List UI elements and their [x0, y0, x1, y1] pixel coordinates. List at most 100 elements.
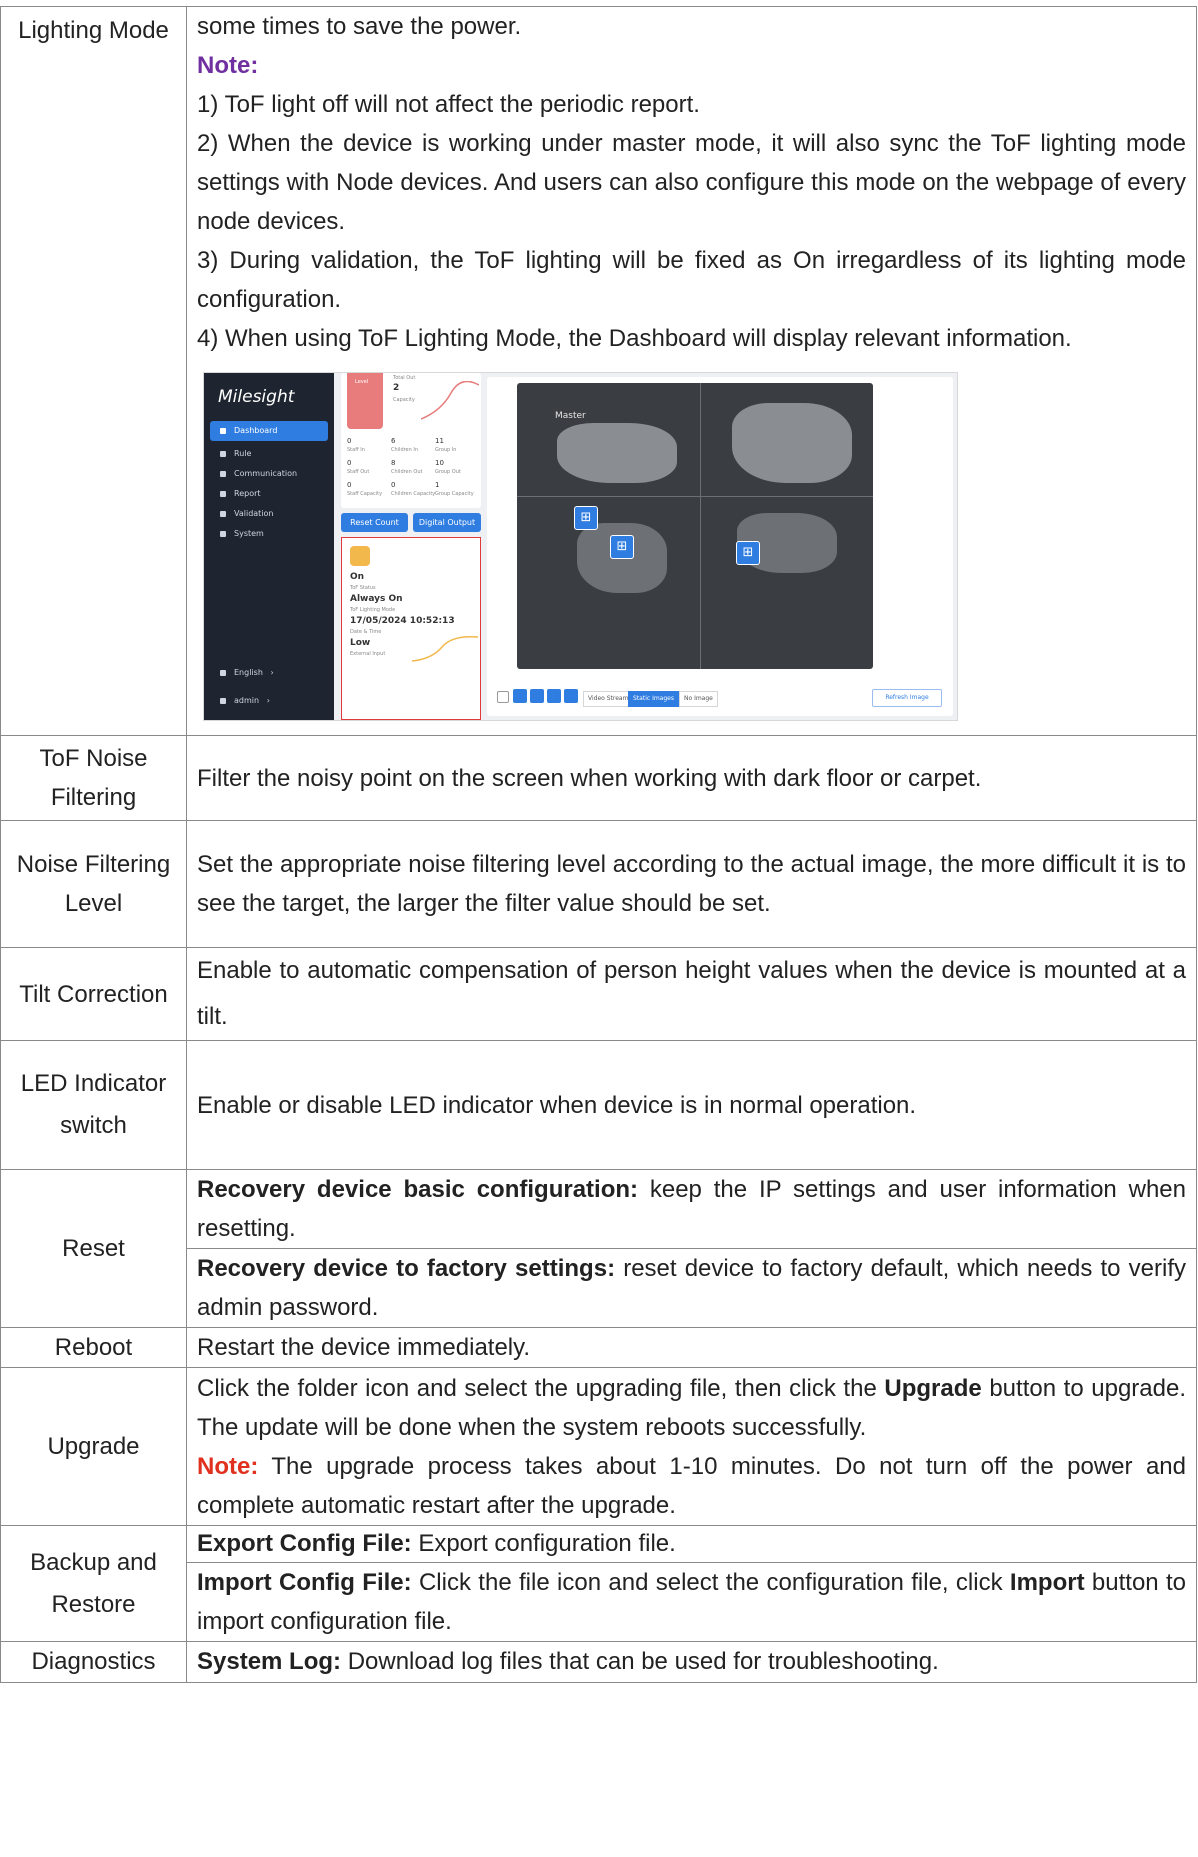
stat-value: 1: [435, 481, 440, 489]
tof-status-panel: On ToF Status Always On ToF Lighting Mod…: [341, 537, 481, 720]
level-gauge: Level: [347, 373, 383, 429]
refresh-image-button: Refresh Image: [872, 689, 942, 707]
backup-import-desc: Import Config File: Click the file icon …: [186, 1562, 1197, 1642]
crosshair-vertical: [700, 383, 701, 669]
cart-icon: ⊞: [610, 535, 634, 559]
upgrade-bold: Upgrade: [884, 1374, 982, 1402]
upgrade-label: Upgrade: [0, 1367, 187, 1526]
tab-static-images: Static Images: [628, 691, 679, 707]
reset-basic-bold: Recovery device basic configuration:: [197, 1176, 639, 1203]
communication-icon: [220, 470, 226, 477]
image-blob: [732, 403, 852, 483]
noise-level-desc: Set the appropriate noise filtering leve…: [186, 820, 1197, 948]
total-out-label: Total Out: [393, 375, 416, 381]
reboot-desc: Restart the device immediately.: [186, 1327, 1197, 1368]
cart-icon: ⊞: [736, 541, 760, 565]
tof-icon: [350, 546, 370, 566]
tof-status-value: On: [350, 572, 365, 582]
row-backup-export: Backup and Restore Export Config File: E…: [0, 1525, 1197, 1642]
sidebar: Milesight Dashboard Rule Communication R…: [204, 373, 334, 720]
stat-value: 0: [347, 481, 352, 489]
stat-value: 8: [391, 459, 396, 467]
language-icon: [220, 669, 226, 676]
stat-value: 6: [391, 437, 396, 445]
upgrade-text1: Click the folder icon and select the upg…: [197, 1374, 885, 1402]
lighting-note-1: 1) ToF light off will not affect the per…: [197, 91, 700, 118]
row-reboot: Reboot Restart the device immediately.: [0, 1327, 1197, 1368]
level-label: Level: [355, 379, 369, 385]
language-selector: English ›: [210, 663, 328, 683]
image-viewer: Master ⊞ ⊞ ⊞ Video Stream Static Images …: [487, 377, 953, 716]
log-text: Download log files that can be used for …: [341, 1648, 939, 1675]
user-label: admin: [234, 696, 260, 705]
row-reset-basic: Reset Recovery device basic configuratio…: [0, 1169, 1197, 1328]
upgrade-note-label: Note:: [197, 1452, 259, 1480]
tool-icon: [530, 689, 544, 703]
menu-item-dashboard: Dashboard: [210, 421, 328, 441]
led-label: LED Indicator switch: [0, 1040, 187, 1170]
menu-label: Rule: [234, 449, 252, 458]
upgrade-desc: Click the folder icon and select the upg…: [186, 1367, 1197, 1526]
reboot-label: Reboot: [0, 1327, 187, 1368]
reset-label: Reset: [0, 1169, 187, 1328]
input-sparkline: [412, 635, 478, 662]
stat-label: Staff In: [347, 447, 365, 453]
capacity-sparkline: [421, 381, 479, 420]
cart-tool-icon: [564, 689, 578, 703]
import-text: Click the file icon and select the confi…: [411, 1569, 1010, 1596]
tab-no-image: No Image: [679, 691, 718, 707]
total-out-value: 2: [393, 383, 400, 393]
row-tof-noise-filtering: ToF Noise Filtering Filter the noisy poi…: [0, 735, 1197, 821]
stat-label: Children In: [391, 447, 419, 453]
menu-item-system: System: [210, 524, 328, 544]
capacity-label: Capacity: [393, 397, 415, 403]
master-label: Master: [555, 411, 586, 421]
dashboard-screenshot: Milesight Dashboard Rule Communication R…: [203, 372, 958, 721]
diagnostics-desc: System Log: Download log files that can …: [186, 1641, 1197, 1683]
export-text: Export configuration file.: [411, 1530, 676, 1557]
tof-mode-label: ToF Lighting Mode: [350, 607, 396, 613]
stat-label: Group Out: [435, 469, 461, 475]
image-blob: [557, 423, 677, 483]
settings-table: Lighting Mode some times to save the pow…: [0, 6, 1197, 1683]
counts-panel: Level Total Out 2 Capacity 0 Staff In 6 Chi…: [341, 373, 481, 508]
menu-item-communication: Communication: [210, 464, 328, 484]
reset-basic-desc: Recovery device basic configuration: kee…: [186, 1169, 1197, 1249]
menu-item-validation: Validation: [210, 504, 328, 524]
tilt-label: Tilt Correction: [0, 947, 187, 1041]
stat-label: Staff Capacity: [347, 491, 383, 497]
tof-mode-value: Always On: [350, 594, 403, 604]
digital-output-button: Digital Output: [413, 513, 481, 532]
dashboard-icon: [220, 427, 226, 434]
upgrade-note-text: The upgrade process takes about 1-10 min…: [197, 1452, 1186, 1519]
stat-label: Group Capacity: [435, 491, 474, 497]
lighting-note-2: 2) When the device is working under mast…: [197, 130, 1186, 235]
crosshair-horizontal: [517, 496, 873, 497]
import-bold2: Import: [1009, 1569, 1085, 1596]
stat-value: 0: [347, 459, 352, 467]
lighting-mode-line1: some times to save the power.: [197, 13, 522, 40]
row-diagnostics: Diagnostics System Log: Download log fil…: [0, 1641, 1197, 1683]
datetime-label: Date & Time: [350, 629, 382, 635]
noise-level-label: Noise Filtering Level: [0, 820, 187, 948]
menu-label: Validation: [234, 509, 274, 518]
stat-label: Group In: [435, 447, 457, 453]
cart-icon: ⊞: [574, 506, 598, 530]
stat-value: 10: [435, 459, 444, 467]
led-desc: Enable or disable LED indicator when dev…: [186, 1040, 1197, 1170]
milesight-logo: Milesight: [218, 387, 295, 407]
validation-icon: [220, 510, 226, 517]
tilt-desc: Enable to automatic compensation of pers…: [186, 947, 1197, 1041]
menu-label: Report: [234, 489, 261, 498]
datetime-value: 17/05/2024 10:52:13: [350, 616, 455, 626]
stat-label: Children Capacity: [391, 491, 436, 497]
menu-label: System: [234, 529, 264, 538]
diagnostics-label: Diagnostics: [0, 1641, 187, 1683]
reset-count-button: Reset Count: [341, 513, 408, 532]
tof-image: Master ⊞ ⊞ ⊞: [517, 383, 873, 669]
reset-factory-desc: Recovery device to factory settings: res…: [186, 1248, 1197, 1328]
menu-item-rule: Rule: [210, 444, 328, 464]
tool-icon: [513, 689, 527, 703]
gear-icon: [220, 530, 226, 537]
menu-label: Dashboard: [234, 426, 278, 435]
